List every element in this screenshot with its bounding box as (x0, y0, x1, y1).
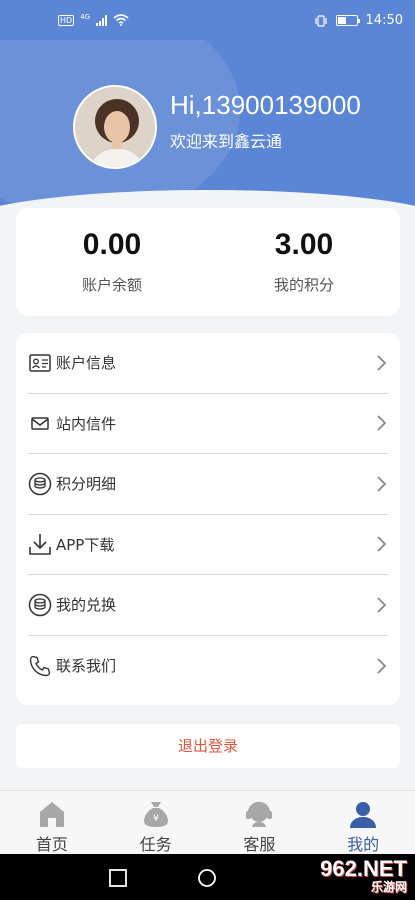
chevron-right-icon (377, 536, 387, 552)
home-icon (39, 802, 64, 827)
phone-icon (28, 654, 52, 678)
profile-welcome: 欢迎来到鑫云通 (170, 132, 283, 151)
menu-item-points-detail[interactable]: 积分明细 (28, 454, 388, 515)
menu-item-app-download[interactable]: APP下载 (28, 515, 388, 575)
tab-label: 首页 (35, 835, 68, 854)
chevron-right-icon (377, 415, 387, 431)
tab-customer-service[interactable]: 客服 (208, 791, 312, 854)
tab-mine[interactable]: 我的 (311, 791, 415, 854)
user-icon (350, 802, 377, 828)
menu-label: 联系我们 (56, 657, 117, 676)
menu-item-mail[interactable]: 站内信件 (28, 394, 388, 454)
avatar[interactable] (73, 85, 157, 169)
menu-card: 账户信息 站内信件 积分明细 APP下载 我的兑换 联系我们 (16, 333, 400, 705)
chevron-right-icon (377, 658, 387, 674)
coins-icon (28, 472, 52, 496)
coins-icon (28, 593, 52, 617)
tab-home[interactable]: 首页 (0, 791, 104, 854)
wifi-icon (113, 14, 129, 26)
signal-type: 4G (80, 13, 91, 21)
stat-balance[interactable]: 0.00 账户余额 (16, 208, 208, 316)
menu-item-account-info[interactable]: 账户信息 (28, 333, 388, 394)
recent-apps-icon[interactable] (108, 868, 128, 888)
bottom-tab-bar: 首页 ¥ 任务 客服 我的 (0, 790, 415, 854)
balance-card: 0.00 账户余额 3.00 我的积分 (16, 208, 400, 316)
money-bag-icon: ¥ (143, 802, 168, 827)
balance-label: 账户余额 (81, 276, 142, 294)
id-card-icon (28, 351, 52, 375)
vibrate-icon (314, 14, 327, 27)
menu-label: 我的兑换 (56, 596, 117, 615)
tab-label: 客服 (243, 835, 276, 854)
points-label: 我的积分 (273, 276, 334, 294)
mail-icon (28, 411, 52, 435)
tab-label: 任务 (139, 835, 172, 854)
points-value: 3.00 (274, 228, 334, 261)
download-icon (28, 532, 52, 556)
status-right: 14:50 (314, 13, 403, 28)
svg-text:¥: ¥ (153, 814, 159, 824)
customer-service-icon (246, 801, 273, 827)
menu-label: 积分明细 (56, 475, 117, 494)
battery-icon (335, 15, 360, 26)
menu-item-contact-us[interactable]: 联系我们 (28, 636, 388, 697)
chevron-right-icon (377, 355, 387, 371)
stat-points[interactable]: 3.00 我的积分 (208, 208, 400, 316)
status-time: 14:50 (365, 13, 403, 28)
status-left: HD 4G (58, 13, 129, 26)
watermark-logo: 962.NET 乐游网 (320, 856, 407, 895)
balance-value: 0.00 (82, 228, 142, 261)
tab-label: 我的 (347, 835, 380, 854)
logout-button[interactable]: 退出登录 (16, 724, 400, 768)
network-badge: HD (58, 14, 75, 26)
avatar-portrait-icon (75, 87, 155, 167)
home-button-icon[interactable] (197, 868, 217, 888)
chevron-right-icon (377, 476, 387, 492)
menu-label: APP下载 (56, 535, 115, 554)
chevron-right-icon (377, 597, 387, 613)
profile-greeting: Hi,13900139000 (170, 90, 361, 120)
menu-item-my-exchange[interactable]: 我的兑换 (28, 575, 388, 636)
menu-label: 账户信息 (56, 354, 117, 373)
tab-tasks[interactable]: ¥ 任务 (104, 791, 208, 854)
signal-icon (96, 14, 108, 26)
status-bar: HD 4G 14:50 (0, 0, 415, 40)
menu-label: 站内信件 (56, 414, 117, 433)
